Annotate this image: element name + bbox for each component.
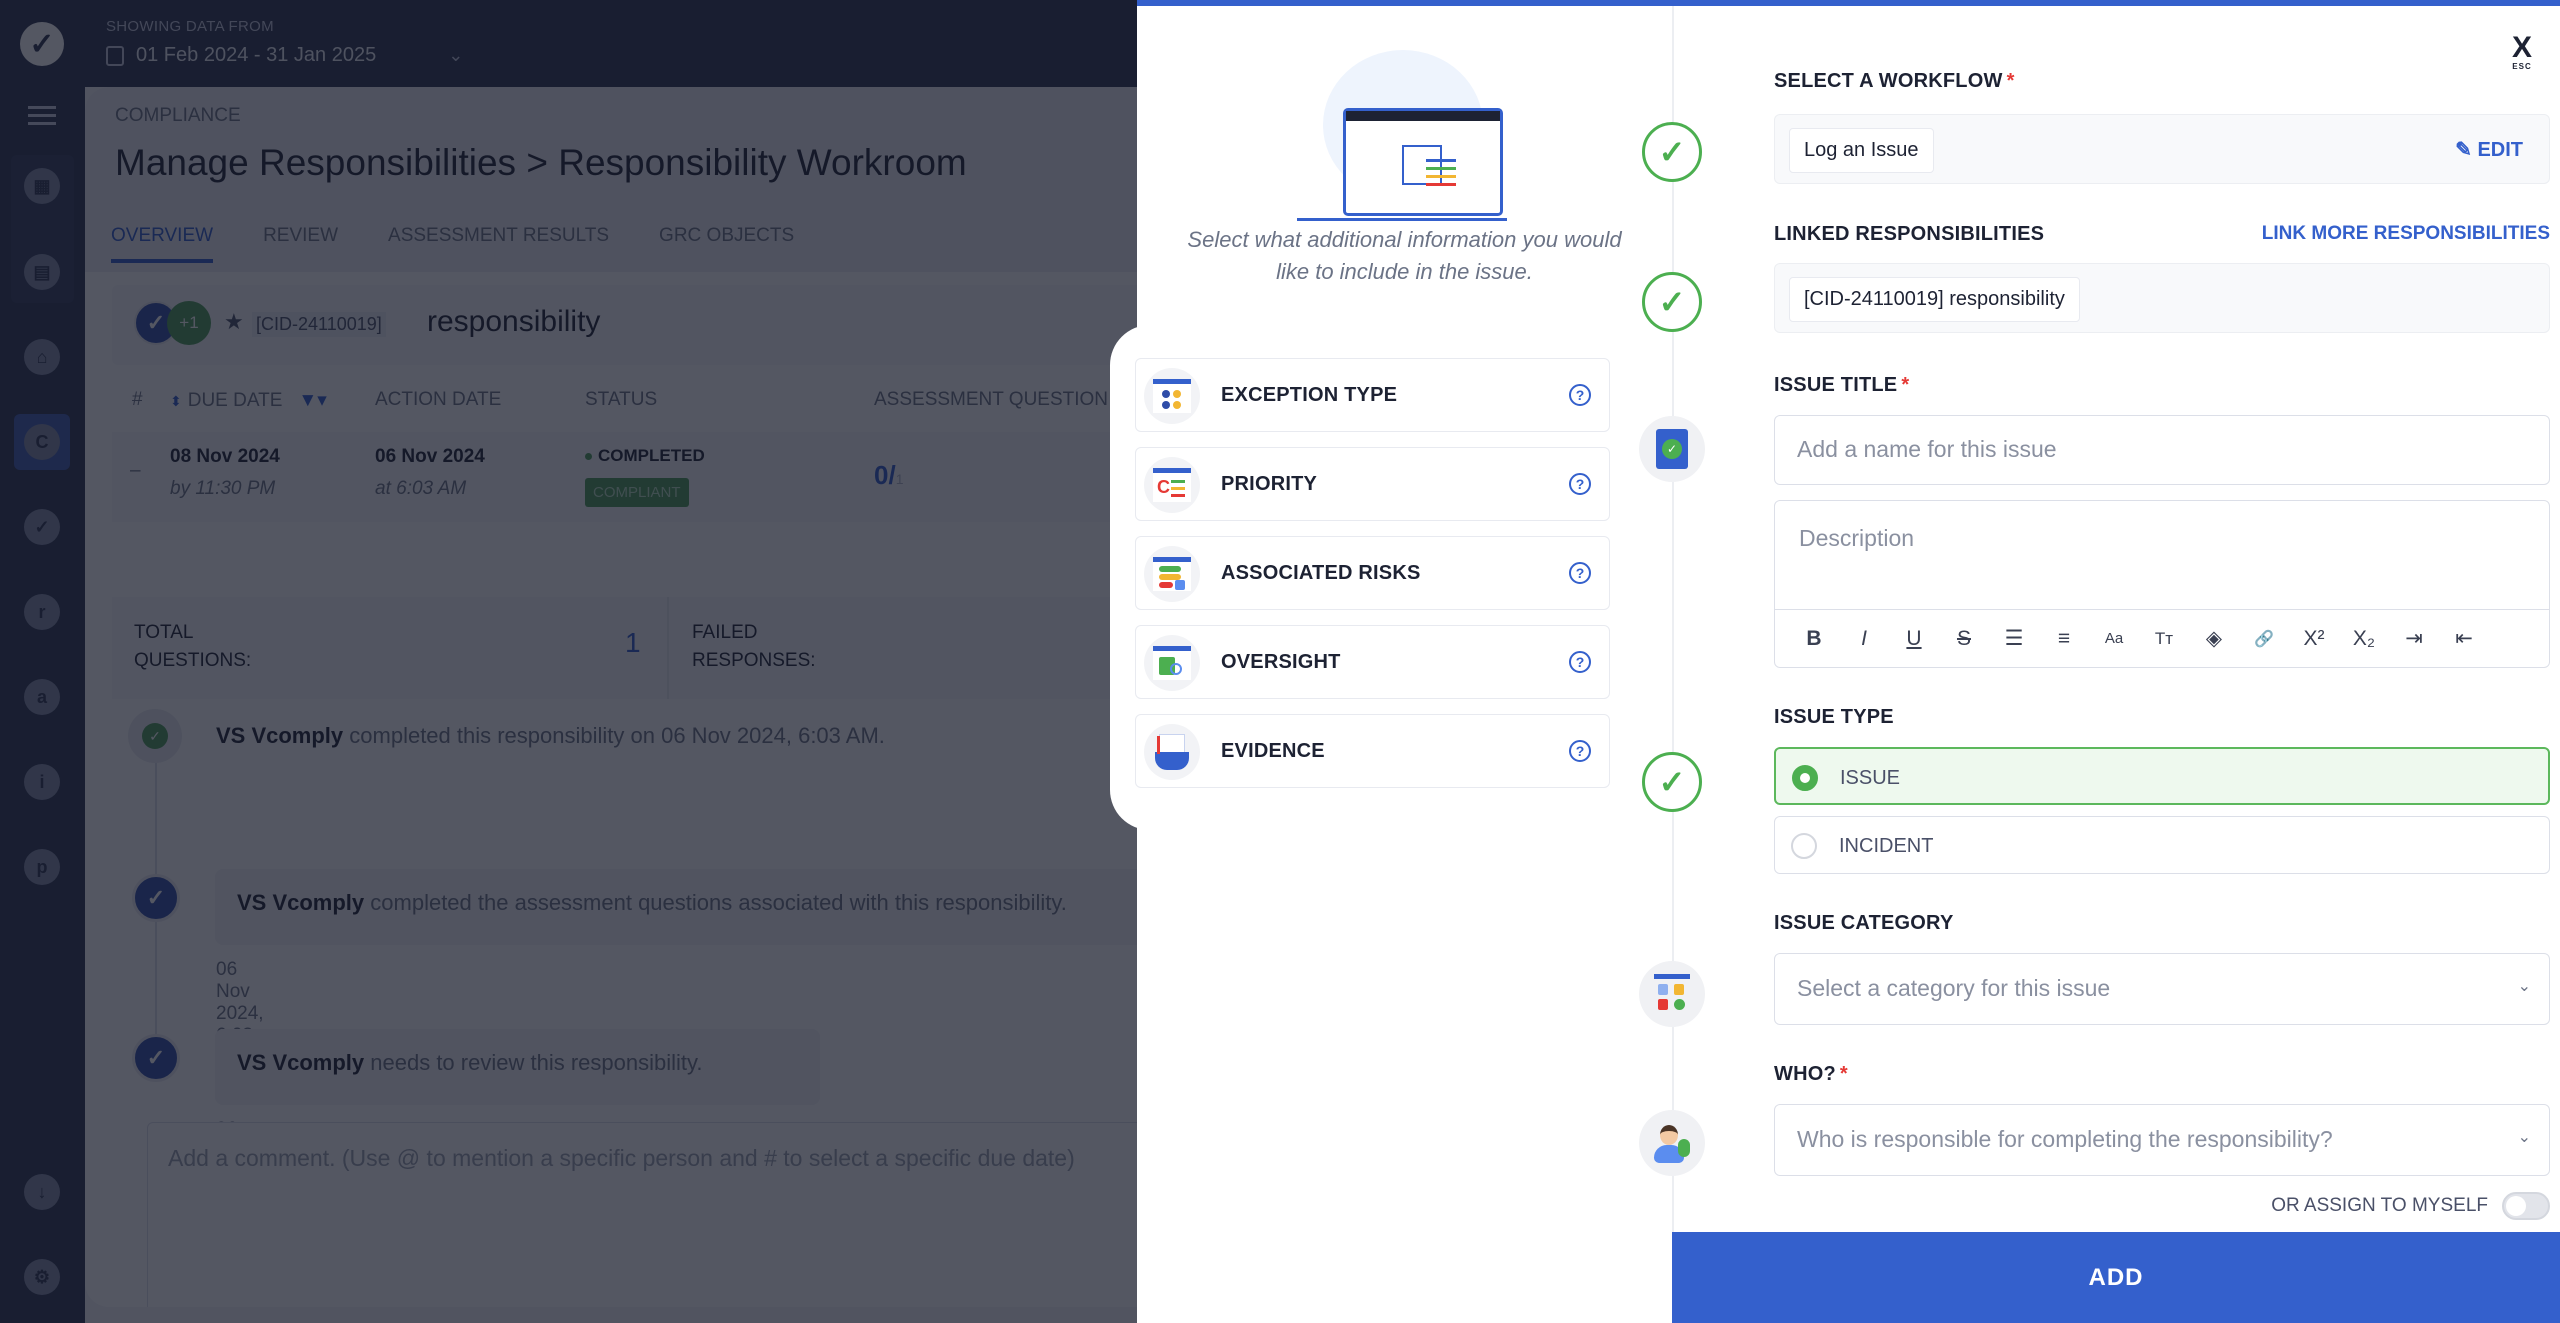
assign-to-myself-toggle[interactable] [2502,1192,2550,1220]
option-priority[interactable]: C PRIORITY ? [1135,447,1610,521]
issue-form: X ESC SELECT A WORKFLOW * ✓ Log an Issue … [1639,6,2560,1323]
option-associated-risks[interactable]: ASSOCIATED RISKS ? [1135,536,1610,610]
category-icon [1639,961,1705,1027]
radio-unselected[interactable] [1791,833,1817,859]
option-label: PRIORITY [1221,473,1318,495]
option-label: EVIDENCE [1221,740,1325,762]
option-evidence[interactable]: EVIDENCE ? [1135,714,1610,788]
laptop-illustration [1297,50,1507,221]
option-label: EXCEPTION TYPE [1221,384,1398,406]
option-label: OVERSIGHT [1221,651,1341,673]
issue-title-placeholder: Add a name for this issue [1797,436,2057,462]
option-exception-type[interactable]: EXCEPTION TYPE ? [1135,358,1610,432]
rich-text-toolbar: B I U S ☰ ≡ Aa Tт ◈ 🔗 X² X₂ ⇥ ⇤ [1775,609,2549,667]
issue-title-input[interactable]: Add a name for this issue [1774,415,2550,485]
close-icon: X [2511,31,2532,64]
check-circle-icon: ✓ [1642,122,1702,182]
additional-info-column: Select what additional information you w… [1135,6,1672,1323]
linked-responsibilities-label: LINKED RESPONSIBILITIES [1774,223,2045,245]
issue-category-select[interactable]: Select a category for this issue ⌄ [1774,953,2550,1025]
italic-icon[interactable]: I [1839,627,1889,651]
who-label: WHO? * [1774,1063,1848,1085]
radio-label: ISSUE [1840,767,1901,789]
outdent-icon[interactable]: ⇤ [2439,626,2489,651]
strikethrough-icon[interactable]: S [1939,627,1989,651]
text-style-icon[interactable]: Tт [2139,629,2189,649]
assign-to-myself: OR ASSIGN TO MYSELF [2271,1192,2550,1220]
document-check-icon: ✓ [1639,416,1705,482]
form-timeline [1672,6,1674,1236]
indent-icon[interactable]: ⇥ [2389,626,2439,651]
add-button[interactable]: ADD [1672,1232,2560,1323]
fill-color-icon[interactable]: ◈ [2189,626,2239,651]
superscript-icon[interactable]: X² [2289,627,2339,651]
issue-type-option-incident[interactable]: INCIDENT [1774,816,2550,874]
workflow-field: Log an Issue ✎ EDIT [1774,114,2550,184]
radio-label: INCIDENT [1839,835,1934,857]
bullet-list-icon[interactable]: ☰ [1989,626,2039,651]
issue-category-label: ISSUE CATEGORY [1774,912,1954,934]
priority-icon: C [1144,457,1200,513]
option-oversight[interactable]: OVERSIGHT ? [1135,625,1610,699]
exception-type-icon [1144,368,1200,424]
link-icon[interactable]: 🔗 [2239,629,2289,649]
linked-responsibility-chip[interactable]: [CID-24110019] responsibility [1789,277,2080,322]
help-icon[interactable]: ? [1569,473,1591,495]
pencil-icon: ✎ [2455,139,2478,161]
check-circle-icon: ✓ [1642,752,1702,812]
assignee-select[interactable]: Who is responsible for completing the re… [1774,1104,2550,1176]
help-icon[interactable]: ? [1569,740,1591,762]
assign-to-myself-label: OR ASSIGN TO MYSELF [2271,1195,2488,1216]
chevron-down-icon: ⌄ [2517,978,2531,995]
log-issue-drawer: Select what additional information you w… [1135,0,2560,1323]
intro-text: Select what additional information you w… [1187,227,1622,284]
align-icon[interactable]: ≡ [2039,627,2089,651]
evidence-icon [1144,724,1200,780]
linked-responsibilities-field: [CID-24110019] responsibility [1774,263,2550,333]
help-icon[interactable]: ? [1569,651,1591,673]
oversight-icon [1144,635,1200,691]
esc-hint: ESC [2512,62,2532,71]
link-more-responsibilities-link[interactable]: LINK MORE RESPONSIBILITIES [2262,223,2550,245]
check-circle-icon: ✓ [1642,272,1702,332]
users-icon [1639,1110,1705,1176]
font-size-icon[interactable]: Aa [2089,630,2139,647]
description-placeholder: Description [1799,525,1915,551]
assignee-placeholder: Who is responsible for completing the re… [1797,1126,2333,1152]
close-button[interactable]: X ESC [2511,31,2532,72]
issue-type-label: ISSUE TYPE [1774,706,1894,728]
underline-icon[interactable]: U [1889,627,1939,651]
edit-workflow-button[interactable]: ✎ EDIT [2455,137,2523,162]
associated-risks-icon [1144,546,1200,602]
help-icon[interactable]: ? [1569,384,1591,406]
option-label: ASSOCIATED RISKS [1221,562,1421,584]
radio-selected[interactable] [1792,765,1818,791]
description-editor[interactable]: Description B I U S ☰ ≡ Aa Tт ◈ 🔗 X² X₂ … [1774,500,2550,668]
workflow-label: SELECT A WORKFLOW * [1774,70,2015,92]
help-icon[interactable]: ? [1569,562,1591,584]
issue-category-placeholder: Select a category for this issue [1797,975,2111,1001]
bold-icon[interactable]: B [1789,627,1839,651]
subscript-icon[interactable]: X₂ [2339,627,2389,651]
issue-type-option-issue[interactable]: ISSUE [1774,747,2550,805]
issue-title-label: ISSUE TITLE * [1774,374,1910,396]
workflow-value: Log an Issue [1789,128,1934,173]
chevron-down-icon: ⌄ [2517,1129,2531,1146]
